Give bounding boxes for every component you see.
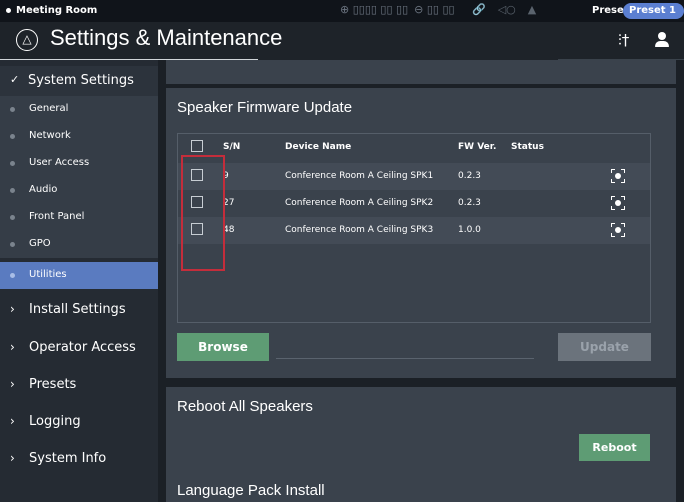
sidebar-item-general[interactable]: General <box>0 96 158 123</box>
bullet-icon <box>10 134 15 139</box>
warning-icon: ▲ <box>527 3 537 16</box>
language-pack-panel: Language Pack Install <box>166 474 676 502</box>
browse-button[interactable]: Browse <box>177 333 269 361</box>
main-content: Speaker Firmware Update S/N Device Name … <box>158 60 684 502</box>
title-bar: △ Settings & Maintenance ⫶† <box>0 22 684 60</box>
status-bar: Meeting Room ⊕ ▯▯▯▯ ▯▯ ▯▯ ⊖ ▯▯ ▯▯ 🔗 ◁○ ▲… <box>0 0 684 32</box>
sidebar-item-front-panel[interactable]: Front Panel <box>0 204 158 231</box>
meter-icons: ⊕ ▯▯▯▯ ▯▯ ▯▯ ⊖ ▯▯ ▯▯ <box>340 3 455 16</box>
cell-fw-ver: 1.0.0 <box>458 225 481 235</box>
table-header: S/N Device Name FW Ver. Status <box>178 134 650 161</box>
column-header-status: Status <box>511 142 544 152</box>
firmware-panel-title: Speaker Firmware Update <box>177 99 353 116</box>
sidebar-item-user-access[interactable]: User Access <box>0 150 158 177</box>
mixer-icon[interactable]: ⫶† <box>618 31 629 49</box>
status-icons: 🔗 ◁○ ▲ <box>472 3 536 16</box>
sidebar-section-logging[interactable]: › Logging <box>0 403 158 441</box>
chevron-right-icon: › <box>10 414 15 428</box>
cell-fw-ver: 0.2.3 <box>458 171 481 181</box>
sidebar-item-network[interactable]: Network <box>0 123 158 150</box>
cell-device-name: Conference Room A Ceiling SPK2 <box>285 198 434 208</box>
sidebar-section-system-info[interactable]: › System Info <box>0 440 158 478</box>
output-meter-icon: ⊖ ▯▯ ▯▯ <box>414 3 455 16</box>
reboot-panel: Reboot All Speakers Reboot <box>166 387 676 475</box>
sidebar-section-label: Install Settings <box>29 302 126 317</box>
sidebar-section-label: System Settings <box>28 73 134 88</box>
sidebar-item-label: Audio <box>29 184 58 195</box>
top-panel-strip <box>166 60 676 84</box>
locate-speaker-icon[interactable] <box>611 169 625 183</box>
table-row[interactable]: 48 Conference Room A Ceiling SPK3 1.0.0 <box>178 217 650 244</box>
update-button[interactable]: Update <box>558 333 651 361</box>
link-icon: 🔗 <box>472 3 486 16</box>
cell-fw-ver: 0.2.3 <box>458 198 481 208</box>
sidebar-section-operator-access[interactable]: › Operator Access <box>0 329 158 367</box>
bullet-icon <box>10 242 15 247</box>
reboot-panel-title: Reboot All Speakers <box>177 398 313 415</box>
speaker-table: S/N Device Name FW Ver. Status 9 Confere… <box>177 133 651 323</box>
sidebar-item-label: Utilities <box>29 269 67 280</box>
chevron-right-icon: › <box>10 377 15 391</box>
sidebar-section-install-settings[interactable]: › Install Settings <box>0 291 158 329</box>
locate-speaker-icon[interactable] <box>611 223 625 237</box>
chevron-down-icon: ✓ <box>10 73 20 86</box>
room-indicator: Meeting Room <box>6 5 97 16</box>
bullet-icon <box>10 161 15 166</box>
chevron-right-icon: › <box>10 302 15 316</box>
bullet-icon <box>10 107 15 112</box>
cell-device-name: Conference Room A Ceiling SPK1 <box>285 171 434 181</box>
bullet-icon <box>10 273 15 278</box>
firmware-update-panel: Speaker Firmware Update S/N Device Name … <box>166 88 676 378</box>
sidebar-item-label: General <box>29 103 69 114</box>
sidebar-item-utilities[interactable]: Utilities <box>0 262 158 289</box>
sidebar-item-label: Front Panel <box>29 211 85 222</box>
status-dot-icon <box>6 8 11 13</box>
brand-logo-icon: △ <box>16 29 38 51</box>
checkbox-column-highlight <box>181 155 225 271</box>
chevron-right-icon: › <box>10 340 15 354</box>
sidebar-section-label: System Info <box>29 451 107 466</box>
room-name: Meeting Room <box>16 5 98 16</box>
app-window: Meeting Room ⊕ ▯▯▯▯ ▯▯ ▯▯ ⊖ ▯▯ ▯▯ 🔗 ◁○ ▲… <box>0 0 684 502</box>
select-all-checkbox[interactable] <box>191 140 203 152</box>
file-path-field[interactable] <box>276 358 534 359</box>
sidebar-section-label: Logging <box>29 414 81 429</box>
sidebar-section-label: Operator Access <box>29 340 136 355</box>
user-icon[interactable] <box>654 31 670 49</box>
column-header-sn: S/N <box>223 142 241 152</box>
column-header-fw-ver: FW Ver. <box>458 142 497 152</box>
table-row[interactable]: 27 Conference Room A Ceiling SPK2 0.2.3 <box>178 190 650 217</box>
input-meter-icon: ⊕ ▯▯▯▯ ▯▯ ▯▯ <box>340 3 409 16</box>
sidebar-item-label: User Access <box>29 157 90 168</box>
column-header-device-name: Device Name <box>285 142 352 152</box>
sidebar-section-label: Presets <box>29 377 77 392</box>
sidebar-section-system-settings[interactable]: ✓ System Settings <box>0 66 158 96</box>
mute-icon: ◁○ <box>497 3 516 16</box>
sidebar-item-label: GPO <box>29 238 51 249</box>
sidebar-section-presets[interactable]: › Presets <box>0 366 158 404</box>
bullet-icon <box>10 188 15 193</box>
sidebar-item-audio[interactable]: Audio <box>0 177 158 204</box>
preset-selector[interactable]: Preset 1 › <box>623 3 684 32</box>
sidebar: ✓ System Settings General Network User A… <box>0 60 158 502</box>
locate-speaker-icon[interactable] <box>611 196 625 210</box>
bullet-icon <box>10 215 15 220</box>
language-panel-title: Language Pack Install <box>177 482 325 499</box>
table-row[interactable]: 9 Conference Room A Ceiling SPK1 0.2.3 <box>178 163 650 190</box>
preset-value: Preset 1 <box>629 5 676 16</box>
sidebar-item-gpo[interactable]: GPO <box>0 231 158 258</box>
sidebar-item-label: Network <box>29 130 71 141</box>
page-title: Settings & Maintenance <box>50 25 283 50</box>
chevron-right-icon: › <box>10 451 15 465</box>
cell-device-name: Conference Room A Ceiling SPK3 <box>285 225 434 235</box>
reboot-button[interactable]: Reboot <box>579 434 650 461</box>
